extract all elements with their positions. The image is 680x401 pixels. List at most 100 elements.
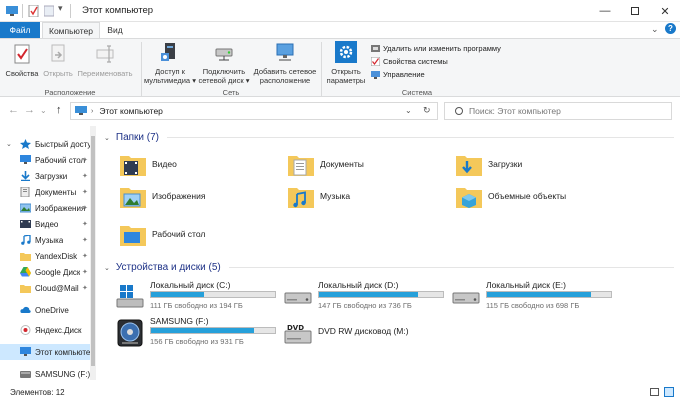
drive-c[interactable]: Локальный диск (C:) 111 ГБ свободно из 1… [116, 280, 281, 312]
details-view-icon[interactable] [650, 388, 659, 396]
help-icon[interactable]: ? [665, 23, 676, 34]
folders-header-label: Папки (7) [115, 132, 159, 143]
map-drive-label-1: Подключить [202, 67, 246, 76]
nav-item-cloud-mail[interactable]: Cloud@Mail ✦ [0, 280, 90, 296]
folder-music[interactable]: Музыка [288, 184, 350, 208]
nav-onedrive[interactable]: OneDrive [0, 302, 90, 318]
folder-desktop[interactable]: Рабочий стол [120, 222, 205, 246]
folder-pictures[interactable]: Изображения [120, 184, 205, 208]
windows-drive-icon [116, 285, 144, 308]
nav-this-pc[interactable]: Этот компьютер [0, 344, 90, 360]
properties-button[interactable]: Свойства [4, 43, 40, 78]
pictures-icon [20, 203, 31, 213]
drive-usage-fill [151, 292, 205, 297]
map-network-drive-button[interactable]: Подключить сетевой диск ▾ [196, 41, 252, 85]
chevron-down-icon: ⌄ [6, 141, 12, 148]
add-network-location-button[interactable]: Добавить сетевое расположение [252, 41, 318, 85]
video-icon [20, 220, 31, 228]
nav-samsung-drive[interactable]: SAMSUNG (F:) [0, 366, 90, 382]
back-arrow-icon[interactable]: ← [8, 104, 19, 116]
location-group-label: Расположение [44, 88, 96, 97]
quick-access-toolbar-dropdown-icon[interactable]: ▾ [58, 3, 63, 14]
folder-videos[interactable]: Видео [120, 152, 177, 176]
uninstall-label: Удалить или изменить программу [383, 43, 501, 53]
tab-view[interactable]: Вид [100, 22, 130, 38]
minimize-button[interactable]: — [590, 0, 620, 22]
folder-label: Загрузки [488, 159, 523, 169]
pin-icon: ✦ [82, 205, 88, 212]
drive-usage-bar [486, 291, 612, 298]
samsung-drive-icon [117, 319, 143, 347]
folder-label: Объемные объекты [488, 191, 567, 201]
documents-folder-icon [288, 156, 314, 176]
drive-e[interactable]: Локальный диск (E:) 115 ГБ свободно из 6… [452, 280, 617, 312]
open-button[interactable]: Открыть [40, 43, 76, 78]
open-settings-label-1: Открыть [331, 67, 361, 76]
rename-button[interactable]: Переименовать [76, 43, 134, 78]
media-access-button[interactable]: Доступ к мультимедиа ▾ [144, 41, 196, 85]
chevron-down-icon[interactable]: ⌄ [651, 24, 659, 35]
star-icon [20, 139, 31, 149]
minimize-icon: — [599, 5, 611, 17]
manage-label: Управление [383, 69, 425, 79]
refresh-icon[interactable]: ↻ [423, 105, 431, 116]
nav-quick-access[interactable]: ⌄ Быстрый доступ [0, 136, 90, 152]
drive-name: Локальный диск (E:) [486, 280, 566, 290]
3d-objects-folder-icon [456, 188, 482, 208]
folder-documents[interactable]: Документы [288, 152, 364, 176]
ribbon: Свойства Открыть Переименовать Расположе… [0, 38, 680, 97]
drive-usage-bar [150, 327, 276, 334]
folder-downloads[interactable]: Загрузки [456, 152, 522, 176]
folder-3d-objects[interactable]: Объемные объекты [456, 184, 566, 208]
nav-label: Яндекс.Диск [35, 325, 82, 335]
uninstall-program-button[interactable]: Удалить или изменить программу [371, 42, 501, 54]
folders-section-header[interactable]: ⌄ Папки (7) [104, 132, 674, 143]
properties-quick-icon[interactable] [28, 5, 39, 17]
up-arrow-icon[interactable]: ↑ [56, 104, 62, 116]
tab-file[interactable]: Файл [0, 22, 40, 38]
ribbon-tabs: Файл Компьютер Вид ⌄ ? [0, 22, 680, 38]
close-button[interactable]: ✕ [650, 0, 680, 22]
drives-section-header[interactable]: ⌄ Устройства и диски (5) [104, 262, 674, 273]
item-count: Элементов: 12 [10, 388, 65, 397]
network-group-label: Сеть [222, 88, 240, 97]
close-icon: ✕ [660, 5, 670, 18]
drive-m-dvd[interactable]: DVD DVD RW дисковод (M:) [284, 316, 449, 350]
pin-icon: ✦ [82, 237, 88, 244]
nav-item-google-drive[interactable]: Google Диск ✦ [0, 264, 90, 280]
nav-label: Документы [35, 187, 77, 197]
large-icons-view-icon[interactable] [664, 387, 674, 397]
tab-computer[interactable]: Компьютер [42, 22, 100, 38]
drive-f[interactable]: SAMSUNG (F:) 156 ГБ свободно из 931 ГБ [116, 316, 281, 350]
nav-item-downloads[interactable]: Загрузки ✦ [0, 168, 90, 184]
nav-item-music[interactable]: Музыка ✦ [0, 232, 90, 248]
open-settings-button[interactable]: Открыть параметры [324, 41, 368, 85]
svg-text:DVD: DVD [287, 324, 304, 332]
nav-item-yandexdisk[interactable]: YandexDisk ✦ [0, 248, 90, 264]
nav-yandex-disk[interactable]: Яндекс.Диск [0, 322, 90, 338]
system-properties-button[interactable]: Свойства системы [371, 55, 448, 67]
nav-item-videos[interactable]: Видео ✦ [0, 216, 90, 232]
recent-locations-icon[interactable]: ⌄ [40, 106, 47, 115]
download-icon [21, 171, 30, 181]
videos-folder-icon [120, 156, 146, 176]
pin-icon: ✦ [82, 157, 88, 164]
media-access-label-2: мультимедиа [144, 76, 191, 85]
nav-item-documents[interactable]: Документы ✦ [0, 184, 90, 200]
google-drive-icon [20, 267, 31, 277]
media-access-label-1: Доступ к [155, 67, 185, 76]
drive-name: SAMSUNG (F:) [150, 316, 209, 326]
forward-arrow-icon[interactable]: → [24, 104, 35, 116]
new-folder-quick-icon[interactable] [44, 5, 54, 17]
add-location-label-1: Добавить сетевое [253, 67, 317, 76]
nav-item-desktop[interactable]: Рабочий стол ✦ [0, 152, 90, 168]
nav-item-pictures[interactable]: Изображения ✦ [0, 200, 90, 216]
drive-d[interactable]: Локальный диск (D:) 147 ГБ свободно из 7… [284, 280, 449, 312]
maximize-button[interactable] [620, 0, 650, 22]
computer-icon [6, 6, 18, 16]
manage-button[interactable]: Управление [371, 68, 425, 80]
search-input[interactable]: Поиск: Этот компьютер [444, 102, 672, 120]
address-dropdown-icon[interactable]: ⌄ [405, 106, 412, 115]
scrollbar-thumb[interactable] [91, 136, 95, 366]
address-box[interactable]: › Этот компьютер ⌄ ↻ [70, 102, 438, 120]
